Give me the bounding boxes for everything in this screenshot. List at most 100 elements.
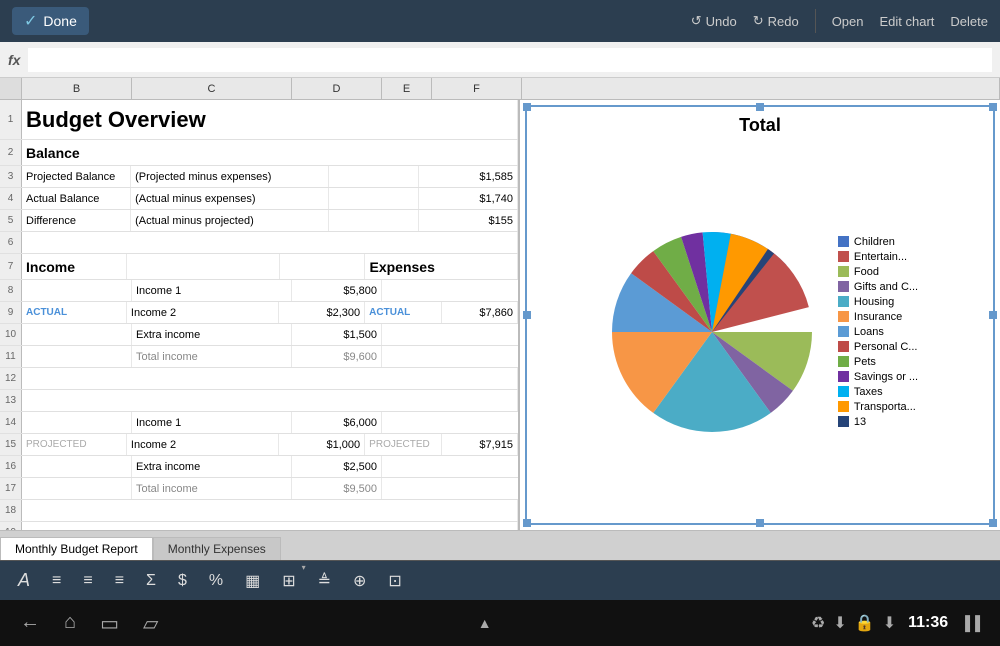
legend-color-personal <box>838 341 849 352</box>
projected-label: PROJECTED <box>365 434 441 455</box>
legend-label: Insurance <box>854 311 902 323</box>
checkmark-icon: ✓ <box>24 11 37 31</box>
cell <box>22 478 132 499</box>
table-row: 11 Total income $9,600 <box>0 346 518 368</box>
cell <box>329 188 418 209</box>
sheet-area: 1 Budget Overview 2 Balance 3 Projected … <box>0 100 520 530</box>
cell <box>22 368 518 389</box>
legend-item: Food <box>838 266 918 278</box>
tab-monthly-budget-report[interactable]: Monthly Budget Report <box>0 537 153 560</box>
cell: Total income <box>132 346 292 367</box>
row-num: 17 <box>0 478 22 499</box>
back-icon[interactable]: ← <box>20 611 40 636</box>
align-right-button[interactable]: ≡ <box>109 568 130 594</box>
up-arrow-icon[interactable]: ▲ <box>478 615 492 631</box>
row-num-header <box>0 78 22 99</box>
undo-icon: ↺ <box>691 13 702 29</box>
align-center-button[interactable]: ≡ <box>77 568 98 594</box>
toolbar-divider <box>815 9 816 33</box>
open-button[interactable]: Open <box>832 14 864 29</box>
resize-handle-tl[interactable] <box>523 103 531 111</box>
legend-color-taxes <box>838 386 849 397</box>
legend-item: Savings or ... <box>838 371 918 383</box>
font-button[interactable]: A <box>12 566 36 595</box>
table-row: 13 <box>0 390 518 412</box>
resize-handle-tr[interactable] <box>989 103 997 111</box>
legend-label: Housing <box>854 296 894 308</box>
legend-item: Gifts and C... <box>838 281 918 293</box>
edit-chart-button[interactable]: Edit chart <box>880 14 935 29</box>
cell: $1,740 <box>419 188 518 209</box>
cell: Actual Balance <box>22 188 131 209</box>
rows-area: 1 Budget Overview 2 Balance 3 Projected … <box>0 100 518 530</box>
done-button[interactable]: ✓ Done <box>12 7 89 35</box>
percent-button[interactable]: % <box>203 568 229 594</box>
cell: Income 1 <box>132 280 292 301</box>
formula-input[interactable] <box>28 48 992 72</box>
chart-button[interactable]: ▦ <box>239 567 266 595</box>
row-num: 10 <box>0 324 22 345</box>
cell: $155 <box>419 210 518 231</box>
row-num: 3 <box>0 166 22 187</box>
legend-label: Gifts and C... <box>854 281 918 293</box>
cell <box>22 232 518 253</box>
table-row: 9 ACTUAL Income 2 $2,300 ACTUAL $7,860 <box>0 302 518 324</box>
sort-button[interactable]: ≜ <box>312 567 337 595</box>
cell: $1,585 <box>419 166 518 187</box>
row-num: 11 <box>0 346 22 367</box>
row-num: 1 <box>0 100 22 139</box>
cell: (Projected minus expenses) <box>131 166 329 187</box>
filter-button[interactable]: ⊕ <box>347 567 372 595</box>
nav-right: ♻ ⬇ 🔒 ⬇ 11:36 ▐▐ <box>811 613 980 633</box>
cell: (Actual minus expenses) <box>131 188 329 209</box>
undo-button[interactable]: ↺ Undo <box>691 13 737 29</box>
row-num: 14 <box>0 412 22 433</box>
table-row: 12 <box>0 368 518 390</box>
row-num: 2 <box>0 140 22 165</box>
cell <box>329 166 418 187</box>
cell <box>22 346 132 367</box>
row-num: 13 <box>0 390 22 411</box>
cell: Difference <box>22 210 131 231</box>
legend-label: Pets <box>854 356 876 368</box>
delete-button[interactable]: Delete <box>950 14 988 29</box>
table-row: 6 <box>0 232 518 254</box>
home-icon[interactable]: ⌂ <box>64 611 76 636</box>
row-num: 6 <box>0 232 22 253</box>
cell: Income 2 <box>127 434 279 455</box>
sum-button[interactable]: Σ <box>140 568 162 594</box>
cell: $2,500 <box>292 456 382 477</box>
sheet-tabs: Monthly Budget Report Monthly Expenses <box>0 530 1000 560</box>
balance-header: Balance <box>22 140 518 165</box>
tab-monthly-expenses[interactable]: Monthly Expenses <box>153 537 281 560</box>
cell: $7,915 <box>442 434 518 455</box>
table-row: 2 Balance <box>0 140 518 166</box>
chart-legend: Children Entertain... Food Gifts and C..… <box>838 236 918 428</box>
legend-label: Loans <box>854 326 884 338</box>
legend-color-13 <box>838 416 849 427</box>
recents-icon[interactable]: ▭ <box>100 611 119 636</box>
table-row: 16 Extra income $2,500 <box>0 456 518 478</box>
resize-handle-bm[interactable] <box>756 519 764 527</box>
top-toolbar: ✓ Done ↺ Undo ↻ Redo Open Edit chart Del… <box>0 0 1000 42</box>
resize-handle-tm[interactable] <box>756 103 764 111</box>
table-row: 8 Income 1 $5,800 <box>0 280 518 302</box>
redo-button[interactable]: ↻ Redo <box>753 13 799 29</box>
cell <box>280 254 366 279</box>
table-button[interactable]: ⊞ ▾ <box>276 567 301 595</box>
legend-item: Taxes <box>838 386 918 398</box>
resize-handle-mr[interactable] <box>989 311 997 319</box>
resize-handle-bl[interactable] <box>523 519 531 527</box>
resize-handle-br[interactable] <box>989 519 997 527</box>
cell <box>22 324 132 345</box>
align-left-button[interactable]: ≡ <box>46 568 67 594</box>
cell: $7,860 <box>442 302 518 323</box>
bottom-toolbar: A ≡ ≡ ≡ Σ $ % ▦ ⊞ ▾ ≜ ⊕ ⊡ <box>0 560 1000 600</box>
cell: $5,800 <box>292 280 382 301</box>
freeze-button[interactable]: ⊡ <box>382 567 407 595</box>
legend-label: 13 <box>854 416 866 428</box>
status-icons: ♻ ⬇ 🔒 ⬇ <box>811 613 896 633</box>
window-icon[interactable]: ▱ <box>143 611 158 636</box>
resize-handle-ml[interactable] <box>523 311 531 319</box>
currency-button[interactable]: $ <box>172 568 193 594</box>
